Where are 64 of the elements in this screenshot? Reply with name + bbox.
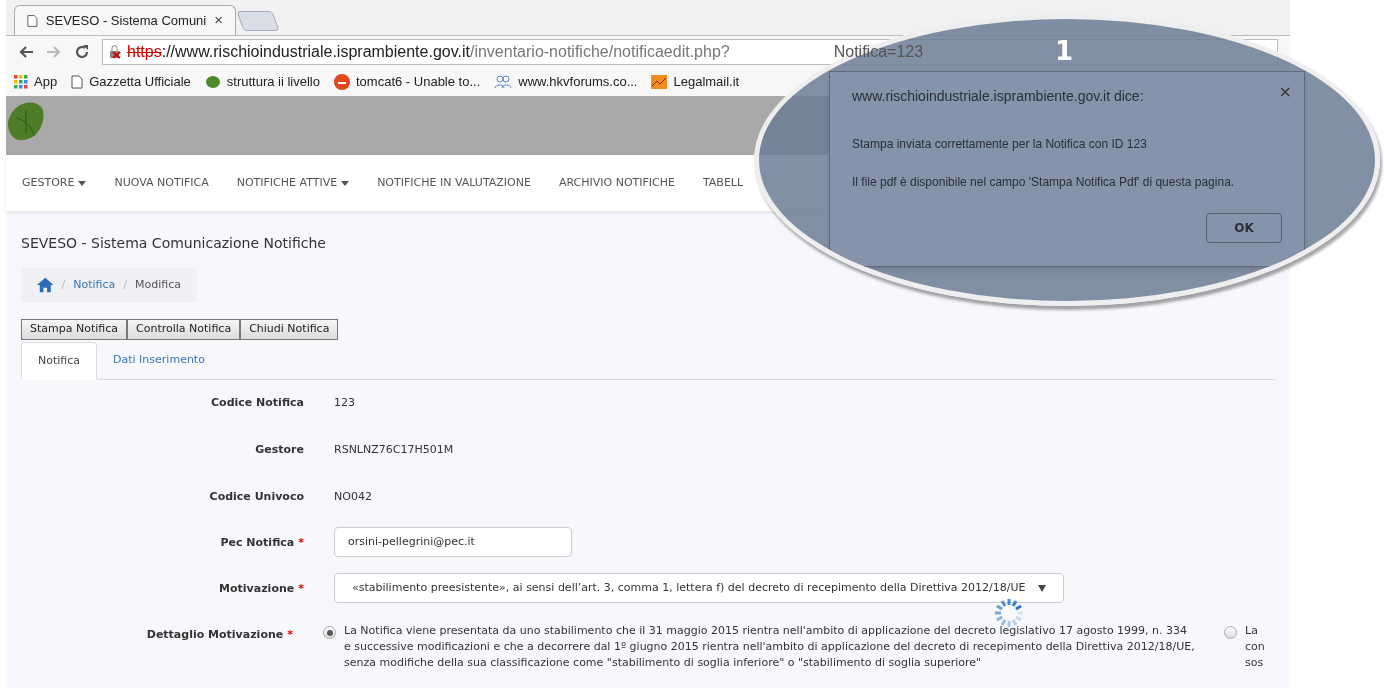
breadcrumb-link[interactable]: Notifica <box>73 276 116 294</box>
field-label: Dettaglio Motivazione <box>146 627 284 643</box>
caret-icon <box>1038 584 1046 592</box>
required-asterisk: * <box>298 581 304 597</box>
bookmark-link[interactable]: tomcat6 - Unable to... <box>356 72 481 92</box>
dialog-message: Il file pdf è disponibile nel campo 'Stampa Notifica Pdf' di questa pagina. <box>852 174 1236 191</box>
nav-link[interactable]: NUOVA NOTIFICA <box>114 174 209 192</box>
radio-button[interactable] <box>323 626 336 639</box>
field-value: 123 <box>334 395 355 412</box>
page-icon <box>27 13 38 28</box>
tab[interactable]: Notifica <box>21 342 98 380</box>
field-value: RSNLNZ76C17H501M <box>334 442 454 459</box>
field-label: Codice Notifica <box>211 395 304 412</box>
apps-grid-icon <box>14 75 28 89</box>
callout-number: 1 <box>1055 36 1074 66</box>
dialog-message: Stampa inviata correttamente per la Notifica con ID 123 <box>852 136 1148 153</box>
radio-option-text: La con sos <box>1245 623 1266 671</box>
bookmark-link[interactable]: Gazzetta Ufficiale <box>89 72 191 92</box>
back-arrow-icon[interactable] <box>18 45 34 59</box>
page-title: SEVESO - Sistema Comunicazione Notifiche <box>21 234 327 253</box>
tab-title: SEVESO - Sistema Comuni <box>45 11 207 30</box>
people-icon <box>494 75 513 89</box>
nav-link[interactable]: NOTIFICHE ATTIVE <box>236 174 350 192</box>
nav-link[interactable]: NOTIFICHE IN VALUTAZIONE <box>377 174 531 192</box>
home-icon[interactable] <box>37 277 54 293</box>
close-tab-button[interactable]: × <box>214 9 223 32</box>
ok-button[interactable]: OK <box>1206 213 1282 243</box>
chart-icon <box>651 75 668 89</box>
dialog-title: www.rischioindustriale.isprambiente.gov.it dice: <box>852 87 1145 106</box>
motivation-select[interactable]: «stabilimento preesistente», ai sensi dell’art. 3, comma 1, lettera f) del decreto di recepimento della Direttiva 2012/18/UE <box>334 573 1064 603</box>
browser-tab[interactable]: SEVESO - Sistema Comuni × <box>14 5 236 35</box>
caret-icon <box>78 180 87 186</box>
radio-option-text: La Notifica viene presentata da uno stabilimento che il 31 maggio 2015 rientra nell'ambito di applicazione del decreto legislativo 17 agosto 1999, n. 334 e successive modificazioni e che a decorrere dal 1º giugno 2015 rientra nell'ambito di applicazione del decreto di recepimento della Direttiva 2012/18/UE, senza modifiche della sua classificazione come "stabilimento di soglia inferiore" o "stabilimento di soglia superiore" <box>344 623 1196 671</box>
field-label: Motivazione <box>219 581 295 597</box>
field-label: Gestore <box>255 442 304 459</box>
insecure-lock-icon <box>107 44 123 60</box>
field-label: Codice Univoco <box>209 489 304 506</box>
bookmark-link[interactable]: www.hkvforums.co... <box>518 72 638 92</box>
bookmark-link[interactable]: Legalmail.it <box>673 72 740 92</box>
nav-link[interactable]: TABELL <box>703 174 744 192</box>
breadcrumb-separator: / <box>61 276 66 293</box>
bookmark-link[interactable]: struttura ii livello <box>226 72 320 92</box>
reload-icon[interactable] <box>74 44 90 60</box>
caret-icon <box>341 180 350 186</box>
required-asterisk: * <box>287 627 293 643</box>
field-value: NO042 <box>334 489 372 506</box>
tab[interactable]: Dati Inserimento <box>97 342 221 379</box>
bookmark-link[interactable]: App <box>34 72 58 92</box>
action-button[interactable]: Controlla Notifica <box>127 319 241 340</box>
circle-logo-icon <box>334 74 350 90</box>
action-button[interactable]: Stampa Notifica <box>21 319 128 340</box>
email-input[interactable]: orsini-pellegrini@pec.it <box>334 527 572 557</box>
page-icon <box>71 75 84 89</box>
breadcrumb-separator: / <box>123 276 127 293</box>
field-label: Pec Notifica <box>220 535 295 551</box>
nav-link[interactable]: ARCHIVIO NOTIFICHE <box>558 174 675 192</box>
url-text: https://www.rischioindustriale.isprambiente.gov.it/inventario-notifiche/notificaedit.php? <box>127 42 730 62</box>
radio-button[interactable] <box>1224 626 1237 639</box>
breadcrumb-current: Modifica <box>135 276 181 293</box>
leaf-icon <box>204 75 221 89</box>
close-button[interactable]: × <box>1278 80 1292 104</box>
nav-link[interactable]: GESTORE <box>22 174 87 192</box>
action-button[interactable]: Chiudi Notifica <box>240 319 339 340</box>
required-asterisk: * <box>298 535 304 551</box>
